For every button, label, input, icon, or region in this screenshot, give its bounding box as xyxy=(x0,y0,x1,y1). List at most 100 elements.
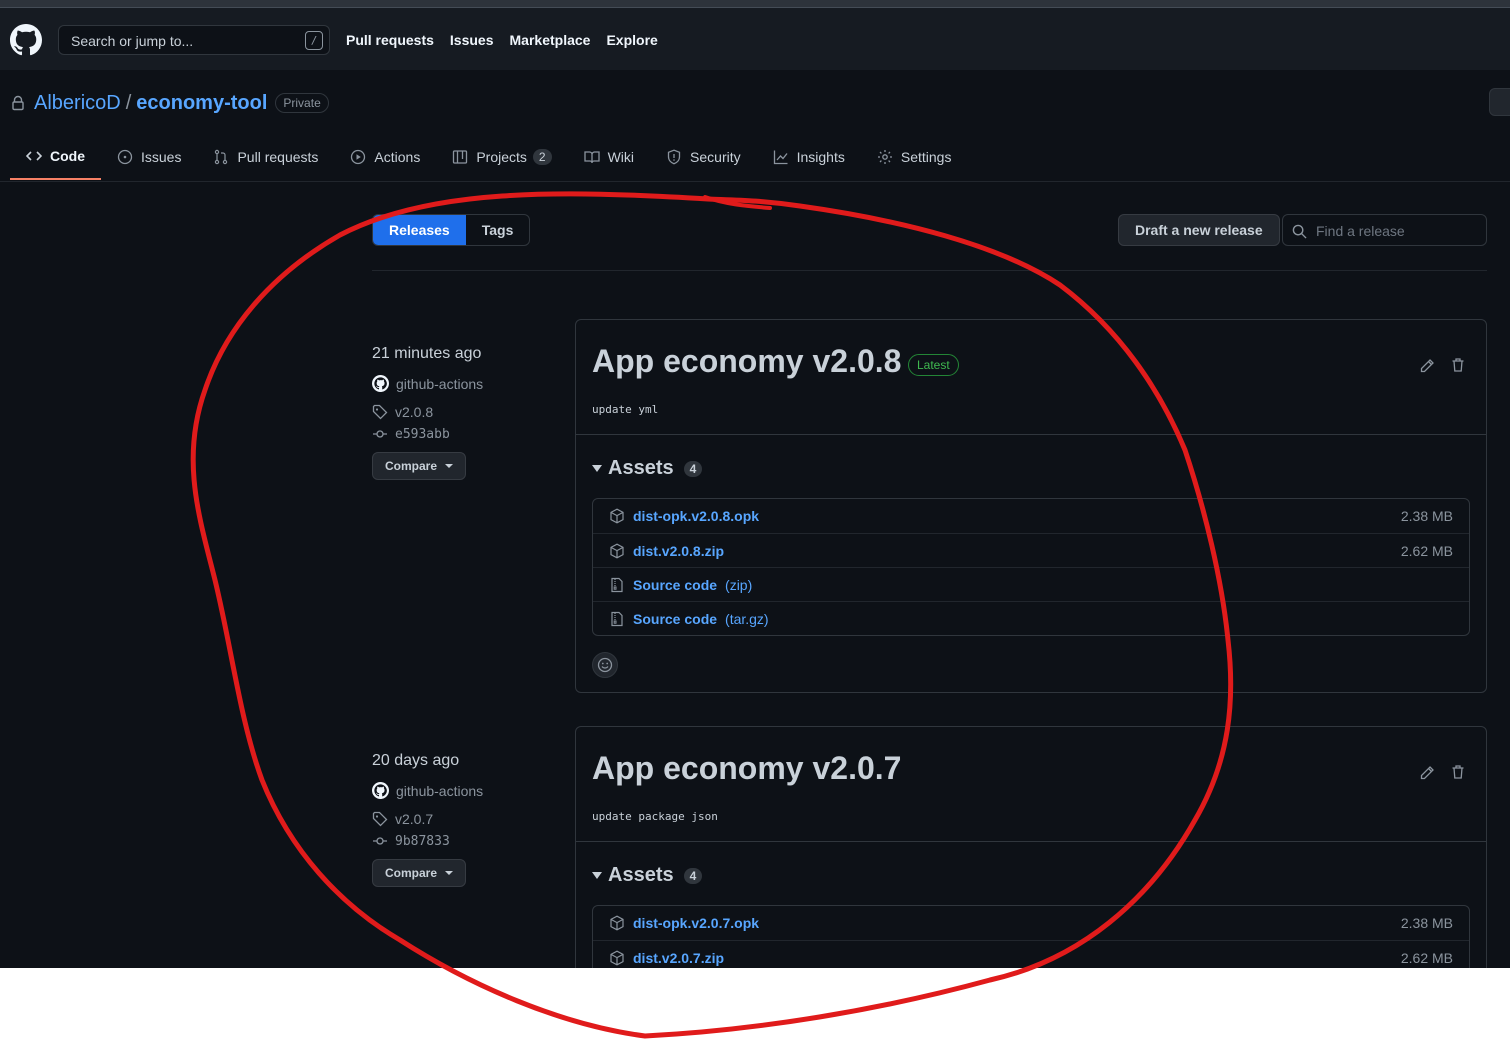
trash-icon[interactable] xyxy=(1450,764,1466,780)
release-commit[interactable]: 9b87833 xyxy=(372,833,562,849)
release-time: 20 days ago xyxy=(372,752,460,769)
repo-tabs: Code Issues Pull requests Actions Projec… xyxy=(10,134,967,182)
assets-heading: Assets xyxy=(608,864,674,886)
global-nav: Pull requests Issues Marketplace Explore xyxy=(346,32,658,48)
tag-name: v2.0.7 xyxy=(395,811,434,827)
search-shortcut-key: / xyxy=(305,31,323,50)
tab-label: Wiki xyxy=(607,149,635,165)
asset-link[interactable]: dist-opk.v2.0.8.opk xyxy=(633,508,759,524)
release-meta: 21 minutes ago github-actions v2.0.8 e59… xyxy=(372,345,562,480)
author-name: github-actions xyxy=(396,375,484,392)
tab-code[interactable]: Code xyxy=(10,134,101,180)
package-icon xyxy=(610,950,624,965)
nav-issues[interactable]: Issues xyxy=(450,32,494,48)
nav-pull-requests[interactable]: Pull requests xyxy=(346,32,434,48)
github-page: Search or jump to... / Pull requests Iss… xyxy=(0,0,1510,968)
asset-size: 2.62 MB xyxy=(1400,949,1453,966)
commit-sha: e593abb xyxy=(395,426,450,442)
tag-icon xyxy=(372,404,388,420)
author-name: github-actions xyxy=(396,782,484,799)
asset-link[interactable]: dist.v2.0.7.zip xyxy=(633,950,724,966)
assets-toggle[interactable]: Assets 4 xyxy=(592,457,703,480)
pencil-icon[interactable] xyxy=(1419,358,1435,374)
tab-issues[interactable]: Issues xyxy=(101,134,197,180)
file-zip-icon xyxy=(611,577,623,592)
git-commit-icon xyxy=(373,837,387,845)
release-title[interactable]: App economy v2.0.8 xyxy=(592,343,901,380)
trash-icon[interactable] xyxy=(1450,357,1466,373)
asset-row: dist-opk.v2.0.8.opk 2.38 MB xyxy=(593,499,1469,533)
chevron-down-icon xyxy=(445,871,454,875)
commit-sha: 9b87833 xyxy=(395,833,450,849)
nav-marketplace[interactable]: Marketplace xyxy=(510,32,591,48)
tab-actions[interactable]: Actions xyxy=(334,134,436,180)
package-icon xyxy=(610,543,624,558)
source-code-targz-link[interactable]: Source code xyxy=(633,611,717,627)
tab-projects[interactable]: Projects 2 xyxy=(436,134,567,180)
release-author[interactable]: github-actions xyxy=(372,782,562,799)
asset-link[interactable]: dist.v2.0.8.zip xyxy=(633,543,724,559)
tags-tab-button[interactable]: Tags xyxy=(466,215,530,245)
releases-tab-button[interactable]: Releases xyxy=(373,215,466,245)
asset-format: (zip) xyxy=(725,576,753,593)
tab-label: Code xyxy=(50,148,85,164)
release-notes: update yml xyxy=(592,403,659,416)
tag-name: v2.0.8 xyxy=(395,404,434,420)
tab-label: Pull requests xyxy=(237,149,319,165)
compare-button[interactable]: Compare xyxy=(372,859,467,887)
find-release-input[interactable]: Find a release xyxy=(1282,214,1487,246)
github-actions-avatar-icon xyxy=(372,375,389,392)
asset-size: 2.38 MB xyxy=(1400,915,1453,931)
release-tag[interactable]: v2.0.8 xyxy=(372,404,562,420)
compare-button[interactable]: Compare xyxy=(372,452,467,480)
release-title[interactable]: App economy v2.0.7 xyxy=(592,750,901,787)
visibility-badge: Private xyxy=(275,93,329,113)
release-tag[interactable]: v2.0.7 xyxy=(372,811,562,827)
pencil-icon[interactable] xyxy=(1419,765,1435,781)
asset-size: 2.38 MB xyxy=(1400,508,1453,524)
assets-counter: 4 xyxy=(683,867,703,884)
tab-pull-requests[interactable]: Pull requests xyxy=(197,134,334,180)
compare-label: Compare xyxy=(385,459,438,473)
repo-owner-link[interactable]: AlbericoD xyxy=(34,92,121,115)
git-pull-request-icon xyxy=(215,149,228,165)
toolbar-divider xyxy=(372,270,1487,271)
assets-list: dist-opk.v2.0.7.opk 2.38 MB dist.v2.0.7.… xyxy=(592,905,1470,968)
card-divider xyxy=(576,841,1486,842)
release-commit[interactable]: e593abb xyxy=(372,426,562,442)
shield-icon xyxy=(667,149,681,165)
assets-counter: 4 xyxy=(683,460,703,477)
nav-explore[interactable]: Explore xyxy=(606,32,657,48)
graph-icon xyxy=(773,150,788,165)
tab-label: Issues xyxy=(141,149,182,165)
search-placeholder: Search or jump to... xyxy=(71,33,194,49)
triangle-down-icon xyxy=(592,465,602,472)
release-author[interactable]: github-actions xyxy=(372,375,562,392)
watch-button[interactable] xyxy=(1489,88,1510,116)
tab-security[interactable]: Security xyxy=(650,134,757,180)
git-commit-icon xyxy=(373,430,387,438)
tab-label: Actions xyxy=(374,149,421,165)
repo-name-link[interactable]: economy-tool xyxy=(136,92,267,115)
tag-icon xyxy=(372,811,388,827)
tab-label: Settings xyxy=(900,149,952,165)
source-code-zip-link[interactable]: Source code xyxy=(633,577,717,593)
search-input[interactable]: Search or jump to... / xyxy=(58,25,330,55)
github-logo-icon[interactable] xyxy=(10,24,42,56)
asset-row: dist.v2.0.7.zip 2.62 MB xyxy=(593,940,1469,968)
lock-icon xyxy=(12,95,24,111)
asset-link[interactable]: dist-opk.v2.0.7.opk xyxy=(633,915,759,931)
smiley-icon xyxy=(597,657,613,673)
add-reaction-button[interactable] xyxy=(592,652,618,678)
draft-release-button[interactable]: Draft a new release xyxy=(1118,214,1280,246)
triangle-down-icon xyxy=(592,872,602,879)
repo-heading: AlbericoD / economy-tool Private xyxy=(10,90,329,116)
assets-heading: Assets xyxy=(608,457,674,479)
tab-label: Insights xyxy=(796,149,845,165)
release-meta: 20 days ago github-actions v2.0.7 9b8783… xyxy=(372,752,562,887)
tab-wiki[interactable]: Wiki xyxy=(568,134,650,180)
assets-toggle[interactable]: Assets 4 xyxy=(592,864,703,887)
tabs-divider xyxy=(0,181,1510,182)
tab-settings[interactable]: Settings xyxy=(861,134,968,180)
tab-insights[interactable]: Insights xyxy=(757,134,861,180)
